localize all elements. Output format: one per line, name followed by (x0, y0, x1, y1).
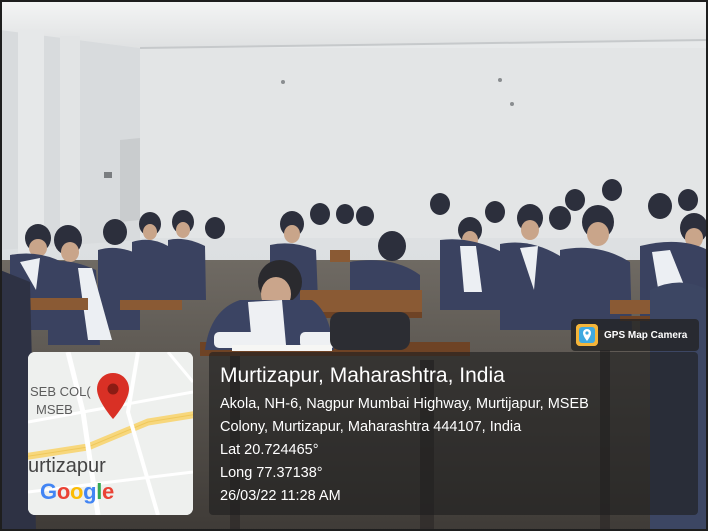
google-logo: Google (40, 479, 114, 505)
map-thumbnail: SEB COL( MSEB urtizapur Google (28, 352, 193, 515)
latitude: Lat 20.724465° (220, 442, 319, 458)
map-pin-icon (97, 373, 129, 419)
address-line-2: Colony, Murtizapur, Maharashtra 444107, … (220, 419, 522, 435)
google-logo-letter: G (40, 479, 57, 504)
gps-map-camera-badge: GPS Map Camera (571, 319, 699, 351)
map-label-seb-colony: SEB COL( (30, 384, 91, 399)
gps-map-camera-label: GPS Map Camera (604, 329, 688, 341)
google-logo-letter: o (69, 479, 84, 504)
map-label-mseb: MSEB (36, 402, 73, 417)
location-info-panel: Murtizapur, Maharashtra, India Akola, NH… (209, 352, 698, 515)
datetime: 26/03/22 11:28 AM (220, 488, 341, 504)
location-title: Murtizapur, Maharashtra, India (220, 364, 505, 387)
google-logo-letter: o (56, 479, 70, 504)
gps-map-camera-icon (576, 324, 598, 346)
map-label-murtizapur: urtizapur (28, 455, 106, 477)
geotagged-photo: GPS Map Camera SEB COL( MSEB urtizapur G… (0, 0, 708, 531)
address-line-1: Akola, NH-6, Nagpur Mumbai Highway, Murt… (220, 396, 589, 412)
google-logo-letter: g (83, 479, 97, 504)
longitude: Long 77.37138° (220, 465, 323, 481)
google-logo-letter: e (102, 479, 114, 504)
